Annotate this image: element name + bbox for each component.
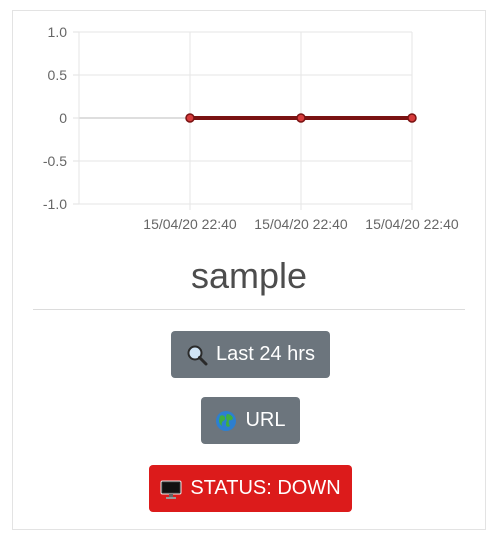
history-button-label: Last 24 hrs xyxy=(216,343,315,365)
y-tick-label: 0 xyxy=(59,110,67,126)
status-button-label: STATUS: DOWN xyxy=(190,477,341,499)
x-tick-label: 15/04/20 22:40 xyxy=(143,216,237,232)
x-tick-label: 15/04/20 22:40 xyxy=(365,216,459,232)
y-tick-label: -1.0 xyxy=(43,196,67,212)
data-point xyxy=(296,113,306,123)
url-button-label: URL xyxy=(245,409,286,431)
divider xyxy=(33,309,465,310)
status-button[interactable]: STATUS: DOWN xyxy=(149,465,352,512)
monitor-icon xyxy=(160,478,182,500)
monitor-title: sample xyxy=(190,255,308,296)
status-chart: 1.0 0.5 0 -0.5 -1.0 15/04/20 22:40 15/04/20 22… xyxy=(43,24,459,232)
y-tick-label: 1.0 xyxy=(48,24,68,40)
monitor-card: 1.0 0.5 0 -0.5 -1.0 15/04/20 22:40 15/04/20 22… xyxy=(12,10,486,530)
y-tick-label: 0.5 xyxy=(48,67,68,83)
data-point xyxy=(185,113,195,123)
url-button[interactable]: URL xyxy=(201,397,300,444)
magnifier-icon xyxy=(186,344,208,366)
globe-icon xyxy=(215,410,237,432)
x-tick-label: 15/04/20 22:40 xyxy=(254,216,348,232)
history-button[interactable]: Last 24 hrs xyxy=(171,331,330,378)
data-point xyxy=(407,113,417,123)
y-tick-label: -0.5 xyxy=(43,153,67,169)
